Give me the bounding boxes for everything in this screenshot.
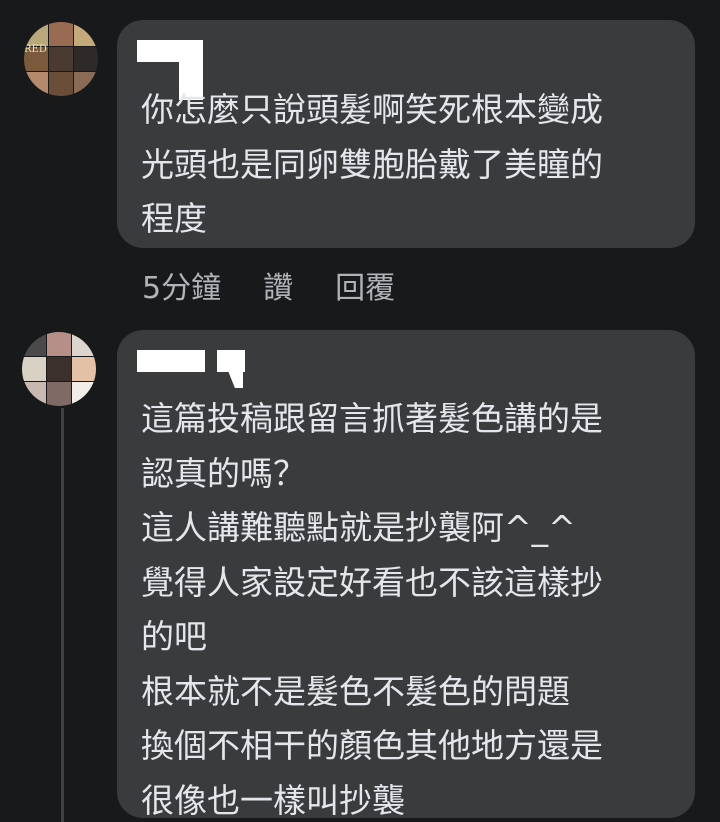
comment-line: 這篇投稿跟留言抓著髮色講的是 — [141, 399, 603, 438]
comment-text: 你怎麼只說頭髮啊笑死根本變成 光頭也是同卵雙胞胎戴了美瞳的 程度 — [141, 83, 603, 247]
timestamp[interactable]: 5分鐘 — [142, 263, 221, 307]
comment-line: 你怎麼只說頭髮啊笑死根本變成 — [141, 90, 603, 129]
avatar-mosaic-tile — [49, 72, 73, 96]
comment-line: 覺得人家設定好看也不該這樣抄 — [141, 562, 603, 602]
avatar-mosaic-tile — [47, 382, 71, 406]
avatar-mosaic-tile — [47, 332, 71, 356]
comment-line: 認真的嗎？ — [141, 453, 306, 493]
avatar-mosaic-tile — [74, 47, 98, 71]
comment-line: 的吧 — [141, 617, 207, 656]
comment-text: 這篇投稿跟留言抓著髮色講的是 認真的嗎？ 這人講難聽點就是抄襲阿^_^ 覺得人家… — [141, 392, 603, 822]
redacted-author-name[interactable] — [137, 350, 205, 372]
avatar-mosaic-tile — [72, 382, 96, 406]
comment-actions: 5分鐘 讚 回覆 — [142, 264, 395, 306]
avatar-mosaic-tile — [47, 357, 71, 381]
avatar-text: RED — [24, 44, 47, 55]
avatar-mosaic-tile — [49, 22, 73, 46]
avatar-mosaic-tile — [72, 332, 96, 356]
comment-line: 很像也一樣叫抄襲 — [141, 780, 405, 820]
avatar-mosaic-tile — [24, 22, 48, 46]
comment-line: 根本就不是髮色不髮色的問題 — [141, 671, 570, 711]
reply-button[interactable]: 回覆 — [335, 263, 395, 307]
avatar-mosaic-tile — [22, 382, 46, 406]
like-button[interactable]: 讚 — [263, 263, 293, 307]
comment-line: 這人講難聽點就是抄襲阿^_^ — [141, 508, 576, 547]
comment-line: 光頭也是同卵雙胞胎戴了美瞳的 — [141, 144, 603, 184]
avatar-mosaic-tile — [22, 332, 46, 356]
avatar-mosaic-tile — [49, 47, 73, 71]
avatar-mosaic-tile — [72, 357, 96, 381]
avatar-mosaic-tile — [22, 357, 46, 381]
avatar-mosaic-tile — [74, 22, 98, 46]
comment-bubble: 你怎麼只說頭髮啊笑死根本變成 光頭也是同卵雙胞胎戴了美瞳的 程度 — [117, 20, 695, 248]
comment-line: 程度 — [141, 199, 207, 238]
redacted-author-name-part — [225, 350, 243, 388]
comment-bubble: 這篇投稿跟留言抓著髮色講的是 認真的嗎？ 這人講難聽點就是抄襲阿^_^ 覺得人家… — [117, 330, 695, 820]
avatar[interactable] — [22, 332, 96, 406]
comment-thread: RED 你怎麼只說頭髮啊笑死根本變成 光頭也是同卵雙胞胎戴了美瞳的 程度 5分鐘… — [0, 0, 720, 822]
avatar-mosaic-tile — [24, 72, 48, 96]
comment-line: 換個不相干的顏色其他地方還是 — [141, 726, 603, 765]
thread-line — [61, 408, 64, 822]
avatar-mosaic-tile — [74, 72, 98, 96]
avatar[interactable]: RED — [24, 22, 98, 96]
